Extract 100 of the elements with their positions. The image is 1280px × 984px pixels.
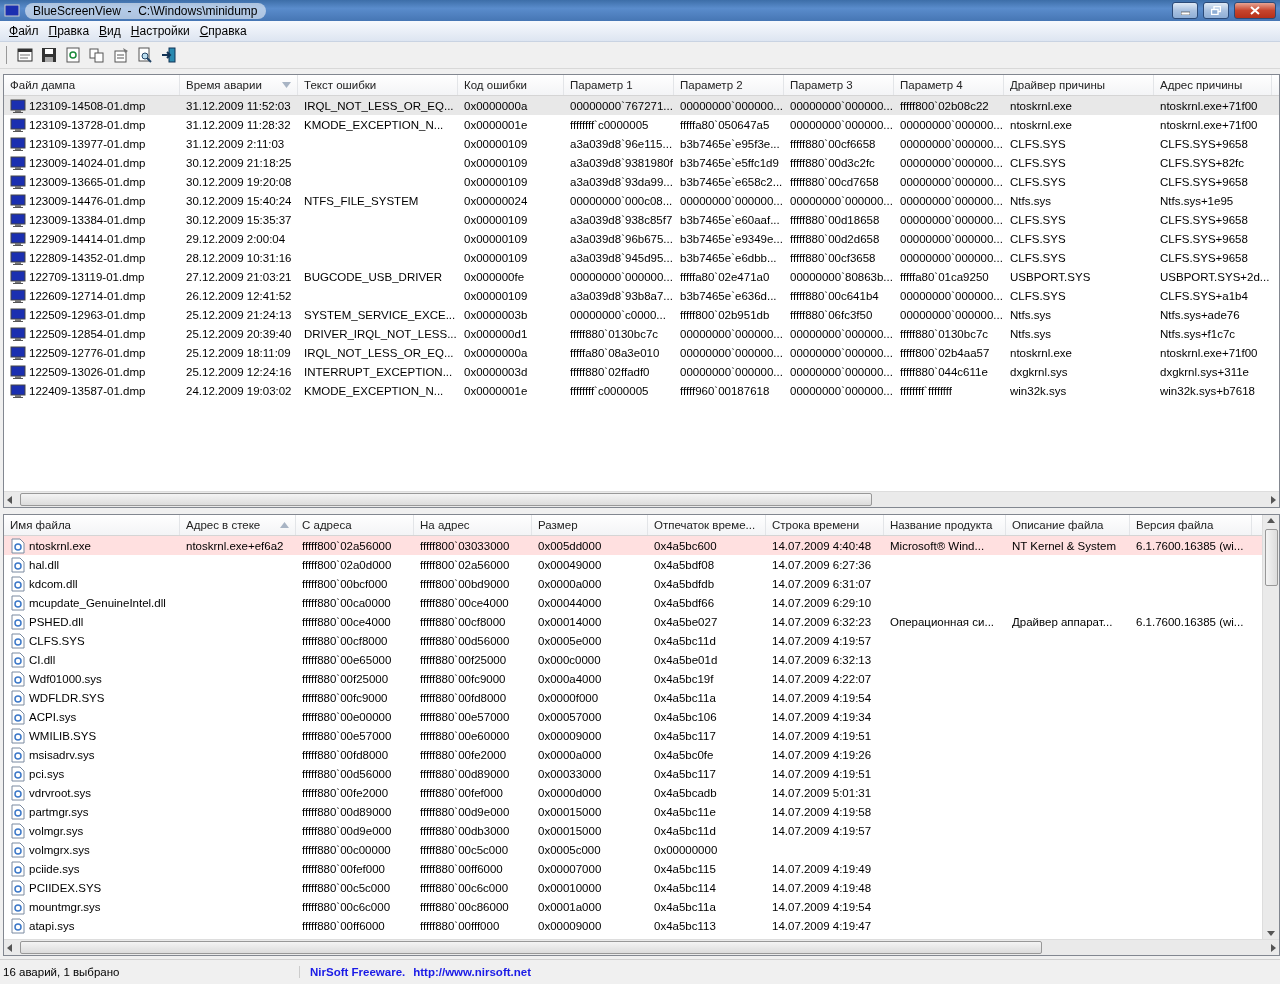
table-row[interactable]: 123009-13384-01.dmp 30.12.2009 15:35:37 0x00000109 a3a039d8`938c85f7 b3b7465e`e60aaf... fffff880`00d18658 00000000`000000... CLFS.SYS CLFS.SYS+9658 [4,210,1279,229]
column-header[interactable]: Строка времени [766,515,884,535]
column-header[interactable]: Параметр 3 [784,75,894,95]
file-icon [10,537,26,554]
table-cell: 0x4a5bc117 [654,729,716,742]
table-row[interactable]: CLFS.SYS fffff880`00cf8000 fffff880`00d56000 0x0005e000 0x4a5bc11d 14.07.2009 4:19:57 [4,631,1262,650]
maximize-button[interactable] [1203,2,1229,19]
table-row[interactable]: partmgr.sys fffff880`00d89000 fffff880`00d9e000 0x00015000 0x4a5bc11e 14.07.2009 4:19:58 [4,802,1262,821]
column-header[interactable]: Имя файла [4,515,180,535]
save-button[interactable] [39,45,59,65]
column-header[interactable]: Драйвер причины [1004,75,1154,95]
horizontal-scrollbar[interactable] [4,491,1279,507]
column-header[interactable]: Описание файла [1006,515,1130,535]
column-header[interactable]: Параметр 4 [894,75,1004,95]
scrollbar-thumb[interactable] [1264,529,1278,586]
exit-button[interactable] [159,45,179,65]
column-header[interactable]: Код ошибки [458,75,564,95]
vertical-scrollbar[interactable] [1262,515,1279,939]
table-row[interactable]: WMILIB.SYS fffff880`00e57000 fffff880`00e60000 0x00009000 0x4a5bc117 14.07.2009 4:19:51 [4,726,1262,745]
table-cell: Операционная си... [890,615,995,628]
window-icon [17,47,33,63]
table-row[interactable]: 122809-14352-01.dmp 28.12.2009 10:31:16 0x00000109 a3a039d8`945d95... b3b7465e`e6dbb... fffff880`00cf3658 00000000`000000... CLFS.SYS CLFS.SYS+9658 [4,248,1279,267]
table-row[interactable]: kdcom.dll fffff800`00bcf000 fffff800`00bd9000 0x0000a000 0x4a5bdfdb 14.07.2009 6:31:07 [4,574,1262,593]
table-cell: 0x4a5bc600 [654,539,717,552]
table-row[interactable]: PCIIDEX.SYS fffff880`00c5c000 fffff880`00c6c000 0x00010000 0x4a5bc114 14.07.2009 4:19:48 [4,878,1262,897]
table-row[interactable]: ACPI.sys fffff880`00e00000 fffff880`00e57000 0x00057000 0x4a5bc106 14.07.2009 4:19:34 [4,707,1262,726]
table-row[interactable]: vdrvroot.sys fffff880`00fe2000 fffff880`00fef000 0x0000d000 0x4a5bcadb 14.07.2009 5:01:31 [4,783,1262,802]
table-row[interactable]: ntoskrnl.exe ntoskrnl.exe+ef6a2 fffff800`02a56000 fffff800`03033000 0x005dd000 0x4a5bc600 14.07.2009 4:40:48 Microsoft® Wind... NT Kernel & System 6.1.7600.16385 (wi... [4,536,1262,555]
scrollbar-thumb[interactable] [20,493,872,506]
table-cell: 0x4a5bdfdb [654,577,715,590]
table-cell: 14.07.2009 4:19:58 [772,805,872,818]
table-row[interactable]: 123009-14476-01.dmp 30.12.2009 15:40:24 NTFS_FILE_SYSTEM 0x00000024 00000000`000c08... 00000000`000000... 00000000`000000... 00000000`000000... Ntfs.sys Ntfs.sys+1e95 [4,191,1279,210]
table-row[interactable]: 122509-12776-01.dmp 25.12.2009 18:11:09 IRQL_NOT_LESS_OR_EQ... 0x0000000a fffffa80`08a3e010 00000000`000000... 00000000`000000... fffff800`02b4aa57 ntoskrnl.exe ntoskrnl.exe+71f00 [4,343,1279,362]
column-header[interactable]: Размер [532,515,648,535]
table-cell: 0x4a5bc11d [654,634,716,647]
menu-item[interactable]: Справка [194,22,252,40]
column-header[interactable]: Адрес в стеке [180,515,296,535]
minimize-button[interactable] [1172,2,1198,19]
column-header[interactable]: Версия файла [1130,515,1252,535]
table-cell: 0x0000003d [464,365,528,378]
table-row[interactable]: WDFLDR.SYS fffff880`00fc9000 fffff880`00fd8000 0x0000f000 0x4a5bc11a 14.07.2009 4:19:54 [4,688,1262,707]
table-row[interactable]: 123109-13728-01.dmp 31.12.2009 11:28:32 KMODE_EXCEPTION_N... 0x0000001e ffffffff`c0000005 fffffa80`050647a5 00000000`000000... 00000000`000000... ntoskrnl.exe ntoskrnl.exe+71f00 [4,115,1279,134]
table-row[interactable]: 122509-12854-01.dmp 25.12.2009 20:39:40 DRIVER_IRQL_NOT_LESS... 0x000000d1 fffff880`0130bc7c 00000000`000000... 00000000`000000... fffff880`0130bc7c Ntfs.sys Ntfs.sys+f1c7c [4,324,1279,343]
table-row[interactable]: mcupdate_GenuineIntel.dll fffff880`00ca0000 fffff880`00ce4000 0x00044000 0x4a5bdf66 14.07.2009 6:29:10 [4,593,1262,612]
table-cell: 0x0000a000 [538,748,602,761]
column-header[interactable]: Адрес причины [1154,75,1272,95]
table-row[interactable]: pciide.sys fffff880`00fef000 fffff880`00ff6000 0x00007000 0x4a5bc115 14.07.2009 4:19:49 [4,859,1262,878]
table-row[interactable]: 122709-13119-01.dmp 27.12.2009 21:03:21 BUGCODE_USB_DRIVER 0x000000fe 00000000`000000... fffffa80`02e471a0 00000000`80863b... fffffa80`01ca9250 USBPORT.SYS USBPORT.SYS+2d... [4,267,1279,286]
table-row[interactable]: 123009-14024-01.dmp 30.12.2009 21:18:25 0x00000109 a3a039d8`9381980f b3b7465e`e5ffc1d9 fffff880`00d3c2fc 00000000`000000... CLFS.SYS CLFS.SYS+82fc [4,153,1279,172]
column-header[interactable]: Параметр 1 [564,75,674,95]
column-header[interactable]: На адрес [414,515,532,535]
table-row[interactable]: PSHED.dll fffff880`00ce4000 fffff880`00cf8000 0x00014000 0x4a5be027 14.07.2009 6:32:23 Операционная си... Драйвер аппарат... 6.1.7600.16385 (wi... [4,612,1262,631]
menu-item[interactable]: Настройки [125,22,195,40]
column-header[interactable]: Параметр 2 [674,75,784,95]
menu-item[interactable]: Вид [94,22,126,40]
table-row[interactable]: 122409-13587-01.dmp 24.12.2009 19:03:02 KMODE_EXCEPTION_N... 0x0000001e ffffffff`c0000005 fffff960`00187618 00000000`000000... ffffffff`ffffffff win32k.sys win32k.sys+b7618 [4,381,1279,400]
refresh-button[interactable] [63,45,83,65]
table-row[interactable]: 123109-13977-01.dmp 31.12.2009 2:11:03 0x00000109 a3a039d8`96e115... b3b7465e`e95f3e... fffff880`00cf6658 00000000`000000... CLFS.SYS CLFS.SYS+9658 [4,134,1279,153]
table-row[interactable]: 122509-13026-01.dmp 25.12.2009 12:24:16 INTERRUPT_EXCEPTION... 0x0000003d fffff880`02ffadf0 00000000`000000... 00000000`000000... fffff880`044c611e dxgkrnl.sys dxgkrnl.sys+311e [4,362,1279,381]
column-header[interactable]: Текст ошибки [298,75,458,95]
table-cell: 00000000`000000... [900,213,1003,226]
table-row[interactable]: 122909-14414-01.dmp 29.12.2009 2:00:04 0x00000109 a3a039d8`96b675... b3b7465e`e9349e... fffff880`00d2d658 00000000`000000... CLFS.SYS CLFS.SYS+9658 [4,229,1279,248]
table-row[interactable]: msisadrv.sys fffff880`00fd8000 fffff880`00fe2000 0x0000a000 0x4a5bc0fe 14.07.2009 4:19:26 [4,745,1262,764]
table-cell: 0x0000000a [464,99,528,112]
table-row[interactable]: mountmgr.sys fffff880`00c6c000 fffff880`00c86000 0x0001a000 0x4a5bc11a 14.07.2009 4:19:54 [4,897,1262,916]
table-cell: fffff880`00e65000 [302,653,392,666]
table-row[interactable]: 123109-14508-01.dmp 31.12.2009 11:52:03 IRQL_NOT_LESS_OR_EQ... 0x0000000a 00000000`767271... 00000000`000000... 00000000`000000... fffff800`02b08c22 ntoskrnl.exe ntoskrnl.exe+71f00 [4,96,1279,115]
table-row[interactable]: CI.dll fffff880`00e65000 fffff880`00f25000 0x000c0000 0x4a5be01d 14.07.2009 6:32:13 [4,650,1262,669]
menu-item[interactable]: Файл [4,22,44,40]
column-header[interactable]: С адреса [296,515,414,535]
copy-button[interactable] [87,45,107,65]
horizontal-scrollbar[interactable] [4,939,1279,955]
scrollbar-thumb[interactable] [20,941,1042,954]
menu-item[interactable]: Правка [43,22,95,40]
table-row[interactable]: 122609-12714-01.dmp 26.12.2009 12:41:52 0x00000109 a3a039d8`93b8a7... b3b7465e`e636d... fffff880`00c641b4 00000000`000000... CLFS.SYS CLFS.SYS+a1b4 [4,286,1279,305]
table-cell: CLFS.SYS+9658 [1160,175,1248,188]
table-row[interactable]: pci.sys fffff880`00d56000 fffff880`00d89000 0x00033000 0x4a5bc117 14.07.2009 4:19:51 [4,764,1262,783]
column-header[interactable]: Файл дампа [4,75,180,95]
table-cell: 122509-12854-01.dmp [29,327,146,340]
column-header[interactable]: Отпечаток време... [648,515,766,535]
table-row[interactable]: hal.dll fffff800`02a0d000 fffff800`02a56000 0x00049000 0x4a5bdf08 14.07.2009 6:27:36 [4,555,1262,574]
table-cell: 0x00015000 [538,805,602,818]
table-row[interactable]: volmgr.sys fffff880`00d9e000 fffff880`00db3000 0x00015000 0x4a5bc11d 14.07.2009 4:19:57 [4,821,1262,840]
table-cell: 25.12.2009 18:11:09 [186,346,291,359]
column-header[interactable]: Время аварии [180,75,298,95]
table-cell: 00000000`000000... [900,308,1003,321]
website-link[interactable]: http://www.nirsoft.net [413,966,531,978]
table-cell: fffff880`00c641b4 [790,289,879,302]
close-button[interactable] [1234,2,1276,19]
table-row[interactable]: 122509-12963-01.dmp 25.12.2009 21:24:13 SYSTEM_SERVICE_EXCE... 0x0000003b 00000000`c0000... fffff800`02b951db fffff880`06fc3f50 00000000`000000... Ntfs.sys Ntfs.sys+ade76 [4,305,1279,324]
table-row[interactable]: atapi.sys fffff880`00ff6000 fffff880`00fff000 0x00009000 0x4a5bc113 14.07.2009 4:19:47 [4,916,1262,935]
table-row[interactable]: volmgrx.sys fffff880`00c00000 fffff880`00c5c000 0x0005c000 0x00000000 [4,840,1262,859]
table-cell: 00000000`000000... [790,365,893,378]
table-cell: 122909-14414-01.dmp [29,232,146,245]
table-row[interactable]: Wdf01000.sys fffff880`00f25000 fffff880`00fc9000 0x000a4000 0x4a5bc19f 14.07.2009 4:22:07 [4,669,1262,688]
file-icon [10,860,26,877]
window-toolbar-button[interactable] [15,45,35,65]
table-row[interactable]: 123009-13665-01.dmp 30.12.2009 19:20:08 0x00000109 a3a039d8`93da99... b3b7465e`e658c2... fffff880`00cd7658 00000000`000000... CLFS.SYS CLFS.SYS+9658 [4,172,1279,191]
column-header[interactable]: Название продукта [884,515,1006,535]
table-cell: 00000000`000000... [790,327,893,340]
